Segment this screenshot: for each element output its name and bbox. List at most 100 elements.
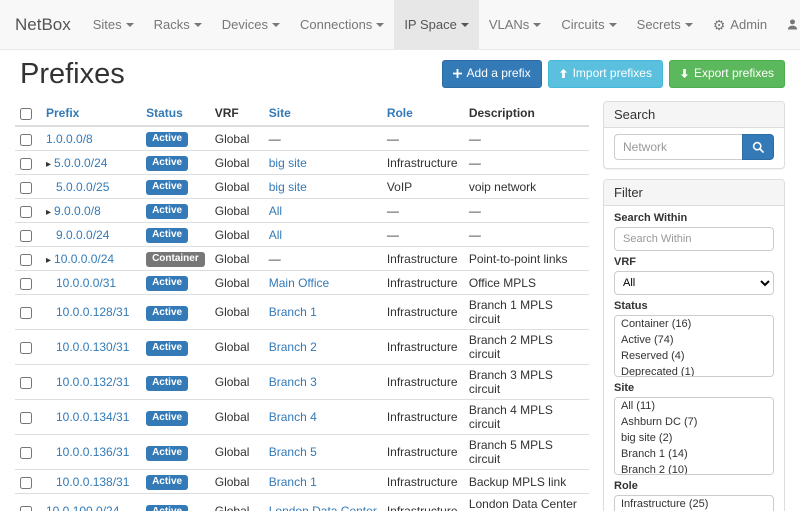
nav-item-label: Circuits <box>561 17 604 32</box>
site-link[interactable]: Branch 1 <box>269 475 317 489</box>
prefix-link[interactable]: 10.0.0.132/31 <box>56 375 129 389</box>
nav-item-admin[interactable]: ⚙ Admin <box>703 0 777 49</box>
row-select-cell <box>15 400 41 435</box>
filter-option[interactable]: Ashburn DC (7) <box>615 414 773 430</box>
select-all-cell <box>15 101 41 126</box>
row-checkbox[interactable] <box>20 182 32 194</box>
search-input[interactable] <box>614 134 742 160</box>
chevron-down-icon <box>685 23 693 27</box>
sort-link-prefix[interactable]: Prefix <box>46 106 79 120</box>
prefix-link[interactable]: 10.0.0.130/31 <box>56 340 129 354</box>
filter-option[interactable]: big site (2) <box>615 430 773 446</box>
status-badge: Active <box>146 306 188 321</box>
site-link[interactable]: Branch 3 <box>269 375 317 389</box>
prefix-link[interactable]: 1.0.0.0/8 <box>46 132 93 146</box>
site-cell: Branch 3 <box>264 365 382 400</box>
row-checkbox[interactable] <box>20 412 32 424</box>
prefix-row: 10.0.0.136/31ActiveGlobalBranch 5Infrast… <box>15 435 589 470</box>
prefix-row: 5.0.0.0/25ActiveGlobalbig siteVoIPvoip n… <box>15 175 589 199</box>
site-link[interactable]: Main Office <box>269 276 329 290</box>
row-checkbox[interactable] <box>20 342 32 354</box>
site-link[interactable]: Branch 2 <box>269 340 317 354</box>
row-checkbox[interactable] <box>20 134 32 146</box>
row-checkbox[interactable] <box>20 307 32 319</box>
filter-option[interactable]: Container (16) <box>615 316 773 332</box>
filter-option[interactable]: Deprecated (1) <box>615 364 773 377</box>
site-link[interactable]: London Data Center <box>269 504 377 511</box>
search-button[interactable] <box>742 134 774 160</box>
nav-item-connections[interactable]: Connections <box>290 0 394 49</box>
prefix-link[interactable]: 10.0.0.0/31 <box>56 276 116 290</box>
nav-item-circuits[interactable]: Circuits <box>551 0 626 49</box>
site-link[interactable]: big site <box>269 156 307 170</box>
row-checkbox[interactable] <box>20 206 32 218</box>
site-link[interactable]: All <box>269 228 282 242</box>
prefix-link[interactable]: 10.0.0.134/31 <box>56 410 129 424</box>
nav-right: ⚙ Admin Profile Log out <box>703 0 800 49</box>
row-checkbox[interactable] <box>20 230 32 242</box>
role-cell: — <box>382 126 464 151</box>
row-checkbox[interactable] <box>20 447 32 459</box>
row-checkbox[interactable] <box>20 158 32 170</box>
row-checkbox[interactable] <box>20 506 32 511</box>
site-link[interactable]: Branch 5 <box>269 445 317 459</box>
nav-item-ip-space[interactable]: IP Space <box>394 0 479 49</box>
expand-children-icon[interactable]: ▸ <box>46 207 51 218</box>
nav-item-secrets[interactable]: Secrets <box>627 0 703 49</box>
filter-option[interactable]: Branch 1 (14) <box>615 446 773 462</box>
expand-children-icon[interactable]: ▸ <box>46 159 51 170</box>
role-filter-list[interactable]: Infrastructure (25)Management (8)Private… <box>614 495 774 511</box>
filter-option[interactable]: Reserved (4) <box>615 348 773 364</box>
prefix-link[interactable]: 10.0.100.0/24 <box>46 504 119 511</box>
site-link[interactable]: All <box>269 204 282 218</box>
prefix-link[interactable]: 10.0.0.0/24 <box>54 252 114 266</box>
status-cell: Active <box>141 400 210 435</box>
status-cell: Active <box>141 295 210 330</box>
nav-item-profile[interactable]: Profile <box>777 0 800 49</box>
expand-children-icon[interactable]: ▸ <box>46 255 51 266</box>
prefix-link[interactable]: 10.0.0.138/31 <box>56 475 129 489</box>
prefix-cell: 10.0.0.128/31 <box>41 295 141 330</box>
prefix-row: ▸9.0.0.0/8ActiveGlobalAll—— <box>15 199 589 223</box>
nav-item-sites[interactable]: Sites <box>83 0 144 49</box>
prefix-link[interactable]: 5.0.0.0/24 <box>54 156 107 170</box>
prefix-link[interactable]: 5.0.0.0/25 <box>56 180 109 194</box>
status-cell: Active <box>141 151 210 175</box>
filter-option[interactable]: Infrastructure (25) <box>615 496 773 511</box>
sort-link-status[interactable]: Status <box>146 106 183 120</box>
status-cell: Active <box>141 470 210 494</box>
export-prefixes-button[interactable]: Export prefixes <box>669 60 785 88</box>
nav-item-racks[interactable]: Racks <box>144 0 212 49</box>
row-checkbox[interactable] <box>20 254 32 266</box>
vrf-select[interactable]: All <box>614 271 774 295</box>
site-cell: All <box>264 199 382 223</box>
site-filter-list[interactable]: All (11)Ashburn DC (7)big site (2)Branch… <box>614 397 774 475</box>
site-link[interactable]: big site <box>269 180 307 194</box>
import-prefixes-button[interactable]: Import prefixes <box>548 60 663 88</box>
row-checkbox[interactable] <box>20 477 32 489</box>
site-link[interactable]: Branch 4 <box>269 410 317 424</box>
filter-option[interactable]: Active (74) <box>615 332 773 348</box>
row-checkbox[interactable] <box>20 278 32 290</box>
prefix-link[interactable]: 9.0.0.0/24 <box>56 228 109 242</box>
app-brand[interactable]: NetBox <box>15 0 71 49</box>
prefix-link[interactable]: 9.0.0.0/8 <box>54 204 101 218</box>
prefix-link[interactable]: 10.0.0.136/31 <box>56 445 129 459</box>
row-checkbox[interactable] <box>20 377 32 389</box>
sort-link-site[interactable]: Site <box>269 106 291 120</box>
nav-item-devices[interactable]: Devices <box>212 0 290 49</box>
status-filter-list[interactable]: Container (16)Active (74)Reserved (4)Dep… <box>614 315 774 377</box>
sort-link-role[interactable]: Role <box>387 106 413 120</box>
search-panel-title: Search <box>604 102 784 128</box>
nav-item-label: Sites <box>93 17 122 32</box>
search-within-input[interactable] <box>614 227 774 251</box>
filter-option[interactable]: All (11) <box>615 398 773 414</box>
nav-item-vlans[interactable]: VLANs <box>479 0 551 49</box>
select-all-checkbox[interactable] <box>20 108 32 120</box>
prefix-link[interactable]: 10.0.0.128/31 <box>56 305 129 319</box>
add-prefix-button[interactable]: Add a prefix <box>442 60 542 88</box>
status-cell: Active <box>141 435 210 470</box>
filter-option[interactable]: Branch 2 (10) <box>615 462 773 475</box>
site-link[interactable]: Branch 1 <box>269 305 317 319</box>
navbar: NetBox Sites RacksDevicesConnectionsIP Sp… <box>0 0 800 50</box>
